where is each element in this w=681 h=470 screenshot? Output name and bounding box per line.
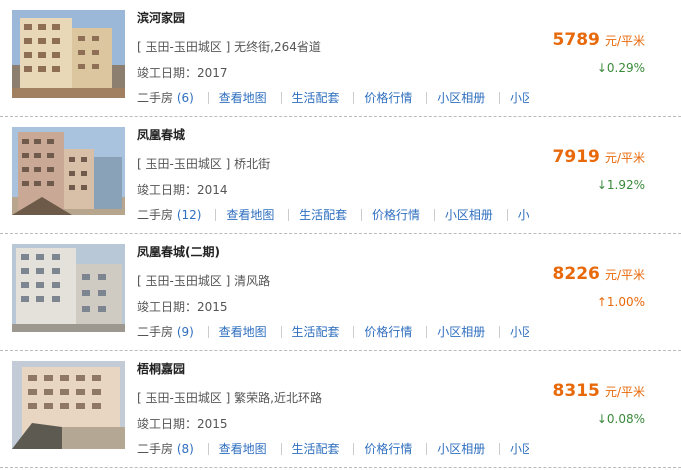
community-name[interactable]: 梧桐嘉园: [137, 360, 185, 377]
view-map-link[interactable]: 查看地图: [219, 442, 267, 456]
second-hand-count: (6): [176, 91, 194, 105]
price-value: 8315: [552, 381, 600, 401]
second-hand-count: (8): [176, 442, 194, 456]
community-links: 二手房 (12) 查看地图 生活配套 价格行情 小区相册 小区: [137, 206, 529, 223]
price-value: 5789: [552, 30, 600, 50]
price: 8315 元/平米: [553, 381, 645, 401]
list-item: 滨河家园 [ 玉田-玉田城区 ] 无终街,264省道 竣工日期：2017 二手房…: [0, 0, 681, 117]
second-hand-label: 二手房: [137, 91, 174, 105]
community-list: 滨河家园 [ 玉田-玉田城区 ] 无终街,264省道 竣工日期：2017 二手房…: [0, 0, 681, 470]
completion-date: 竣工日期：2015: [137, 417, 228, 431]
community-links: 二手房 (6) 查看地图 生活配套 价格行情 小区相册 小区: [137, 89, 529, 106]
album-link[interactable]: 小区相册: [437, 442, 485, 456]
price-change: ↓0.08%: [596, 412, 645, 426]
community-location: [ 玉田-玉田城区 ] 繁荣路,近北环路: [137, 391, 322, 405]
community-name[interactable]: 滨河家园: [137, 9, 185, 26]
completion-date: 竣工日期：2017: [137, 66, 228, 80]
album-link[interactable]: 小区相册: [445, 208, 493, 222]
community-photo[interactable]: [12, 10, 125, 98]
second-hand-link[interactable]: 二手房 (8): [137, 442, 194, 456]
list-item: 凤凰春城 [ 玉田-玉田城区 ] 桥北街 竣工日期：2014 二手房 (12) …: [0, 117, 681, 234]
community-links: 二手房 (9) 查看地图 生活配套 价格行情 小区相册 小区: [137, 323, 529, 340]
second-hand-link[interactable]: 二手房 (9): [137, 325, 194, 339]
completion-date: 竣工日期：2015: [137, 300, 228, 314]
second-hand-count: (9): [176, 325, 194, 339]
community-photo[interactable]: [12, 244, 125, 332]
completion-date: 竣工日期：2014: [137, 183, 228, 197]
amenities-link[interactable]: 生活配套: [292, 325, 340, 339]
price-unit: 元/平米: [604, 385, 645, 399]
price-unit: 元/平米: [604, 151, 645, 165]
album-link[interactable]: 小区相册: [437, 325, 485, 339]
community-photo[interactable]: [12, 127, 125, 215]
more-link[interactable]: 小区: [510, 325, 529, 339]
community-location: [ 玉田-玉田城区 ] 桥北街: [137, 157, 271, 171]
price-trend-link[interactable]: 价格行情: [364, 91, 412, 105]
price-trend-link[interactable]: 价格行情: [372, 208, 420, 222]
album-link[interactable]: 小区相册: [437, 91, 485, 105]
community-location: [ 玉田-玉田城区 ] 无终街,264省道: [137, 40, 321, 54]
second-hand-count: (12): [176, 208, 202, 222]
price: 5789 元/平米: [553, 30, 645, 50]
second-hand-link[interactable]: 二手房 (6): [137, 91, 194, 105]
price-change: ↓0.29%: [596, 61, 645, 75]
community-photo[interactable]: [12, 361, 125, 449]
more-link[interactable]: 小区: [510, 442, 529, 456]
more-link[interactable]: 小区: [518, 208, 529, 222]
amenities-link[interactable]: 生活配套: [292, 442, 340, 456]
price: 7919 元/平米: [553, 147, 645, 167]
price-change: ↓1.92%: [596, 178, 645, 192]
price-unit: 元/平米: [604, 268, 645, 282]
price-trend-link[interactable]: 价格行情: [364, 325, 412, 339]
second-hand-label: 二手房: [137, 325, 174, 339]
community-name[interactable]: 凤凰春城(二期): [137, 243, 220, 260]
amenities-link[interactable]: 生活配套: [299, 208, 347, 222]
price-value: 8226: [552, 264, 600, 284]
view-map-link[interactable]: 查看地图: [226, 208, 274, 222]
community-name[interactable]: 凤凰春城: [137, 126, 185, 143]
view-map-link[interactable]: 查看地图: [219, 91, 267, 105]
price-trend-link[interactable]: 价格行情: [364, 442, 412, 456]
second-hand-label: 二手房: [137, 208, 174, 222]
amenities-link[interactable]: 生活配套: [292, 91, 340, 105]
list-item: 梧桐嘉园 [ 玉田-玉田城区 ] 繁荣路,近北环路 竣工日期：2015 二手房 …: [0, 351, 681, 468]
second-hand-link[interactable]: 二手房 (12): [137, 208, 201, 222]
community-location: [ 玉田-玉田城区 ] 清风路: [137, 274, 271, 288]
price-value: 7919: [552, 147, 600, 167]
price: 8226 元/平米: [553, 264, 645, 284]
list-item: 凤凰春城(二期) [ 玉田-玉田城区 ] 清风路 竣工日期：2015 二手房 (…: [0, 234, 681, 351]
view-map-link[interactable]: 查看地图: [219, 325, 267, 339]
community-links: 二手房 (8) 查看地图 生活配套 价格行情 小区相册 小区: [137, 440, 529, 457]
price-change: ↑1.00%: [596, 295, 645, 309]
price-unit: 元/平米: [604, 34, 645, 48]
more-link[interactable]: 小区: [510, 91, 529, 105]
second-hand-label: 二手房: [137, 442, 174, 456]
